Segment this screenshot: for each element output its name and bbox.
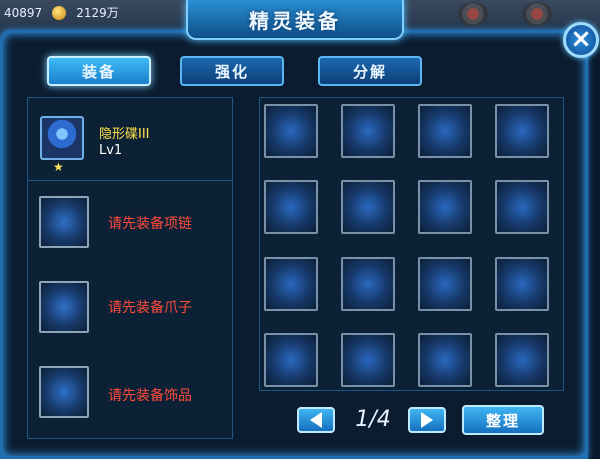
arrow-right-icon xyxy=(421,412,433,428)
saucer-item-icon[interactable] xyxy=(40,116,84,160)
activity-icon xyxy=(458,2,488,26)
equipped-list: ★ 隐形碟III Lv1 请先装备项链 请先装备爪子 请先装备饰品 xyxy=(27,97,233,439)
inventory-cell[interactable] xyxy=(495,333,549,387)
close-button[interactable]: × xyxy=(563,22,599,58)
shop-icon xyxy=(522,2,552,26)
necklace-hint: 请先装备项链 xyxy=(108,216,192,232)
claw-hint: 请先装备爪子 xyxy=(108,300,192,316)
inventory-cell[interactable] xyxy=(264,257,318,311)
inventory-cell[interactable] xyxy=(341,333,395,387)
inventory-cell[interactable] xyxy=(264,104,318,158)
next-page-button[interactable] xyxy=(408,407,446,433)
diamond-count: 40897 xyxy=(4,5,43,20)
accessory-hint: 请先装备饰品 xyxy=(108,388,192,404)
inventory-cell[interactable] xyxy=(495,257,549,311)
inventory-grid xyxy=(259,97,564,391)
inventory-cell[interactable] xyxy=(418,180,472,234)
page-indicator: 1/4 xyxy=(355,407,391,432)
resource-bar: 40897 2129万 xyxy=(4,4,119,21)
inventory-cell[interactable] xyxy=(495,104,549,158)
inventory-cell[interactable] xyxy=(341,257,395,311)
equipped-item-row[interactable]: ★ 隐形碟III Lv1 xyxy=(28,98,232,181)
inventory-cell[interactable] xyxy=(495,180,549,234)
tab-enhance[interactable]: 强化 xyxy=(180,56,284,86)
gold-count: 2129万 xyxy=(76,6,119,20)
equipped-item-name: 隐形碟III xyxy=(99,127,150,142)
tab-equip[interactable]: 装备 xyxy=(47,56,151,86)
equipped-item-level: Lv1 xyxy=(99,143,123,158)
inventory-cell[interactable] xyxy=(264,333,318,387)
necklace-slot[interactable] xyxy=(39,196,89,248)
panel-title: 精灵装备 xyxy=(186,0,404,40)
claw-slot[interactable] xyxy=(39,281,89,333)
star-icon: ★ xyxy=(53,160,64,174)
inventory-cell[interactable] xyxy=(418,333,472,387)
gold-coin-icon xyxy=(52,5,67,20)
tab-decompose[interactable]: 分解 xyxy=(318,56,422,86)
prev-page-button[interactable] xyxy=(297,407,335,433)
inventory-cell[interactable] xyxy=(341,104,395,158)
inventory-cell[interactable] xyxy=(418,257,472,311)
inventory-cell[interactable] xyxy=(264,180,318,234)
arrow-left-icon xyxy=(310,412,322,428)
sort-button[interactable]: 整理 xyxy=(462,405,544,435)
inventory-cell[interactable] xyxy=(418,104,472,158)
accessory-slot[interactable] xyxy=(39,366,89,418)
inventory-cell[interactable] xyxy=(341,180,395,234)
